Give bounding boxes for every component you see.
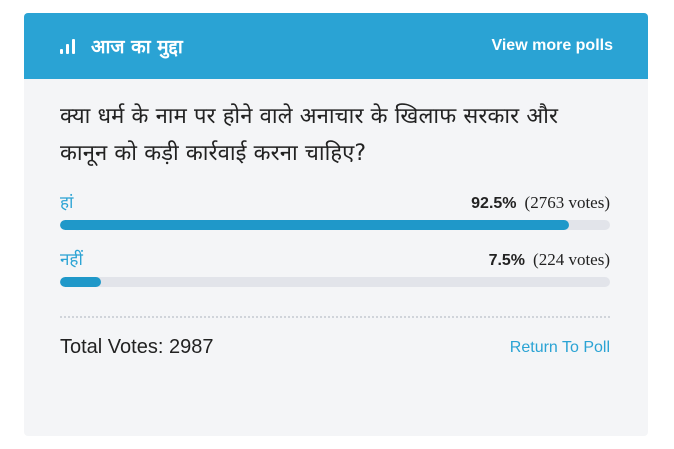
poll-section-title: आज का मुद्दा (91, 36, 183, 58)
total-votes: Total Votes: 2987 (60, 336, 214, 358)
option-label: नहीं (60, 250, 83, 270)
divider (60, 316, 610, 318)
poll-card: आज का मुद्दा View more polls क्या धर्म क… (24, 13, 648, 436)
result-bar-fill (60, 277, 102, 287)
option-votes: (224 votes) (533, 250, 610, 269)
return-to-poll-link[interactable]: Return To Poll (510, 339, 610, 357)
view-more-polls-link[interactable]: View more polls (491, 37, 613, 55)
result-bar-fill (60, 220, 569, 230)
option-label: हां (60, 193, 74, 213)
poll-footer: Total Votes: 2987 Return To Poll (60, 336, 610, 359)
result-bar-track (60, 220, 610, 230)
poll-header: आज का मुद्दा View more polls (24, 13, 648, 79)
poll-body: क्या धर्म के नाम पर होने वाले अनाचार के … (24, 79, 648, 359)
option-votes: (2763 votes) (524, 193, 610, 212)
header-title-group: आज का मुद्दा (60, 33, 183, 59)
option-percent: 92.5% (471, 195, 517, 212)
option-stats: 92.5% (2763 votes) (471, 193, 610, 213)
option-stats: 7.5% (224 votes) (489, 250, 610, 270)
poll-option-yes: हां 92.5% (2763 votes) (60, 190, 610, 230)
option-percent: 7.5% (488, 252, 526, 269)
poll-bars-icon (60, 38, 75, 54)
result-bar-track (60, 277, 610, 287)
poll-question: क्या धर्म के नाम पर होने वाले अनाचार के … (60, 104, 559, 166)
poll-option-no: नहीं 7.5% (224 votes) (60, 247, 610, 287)
